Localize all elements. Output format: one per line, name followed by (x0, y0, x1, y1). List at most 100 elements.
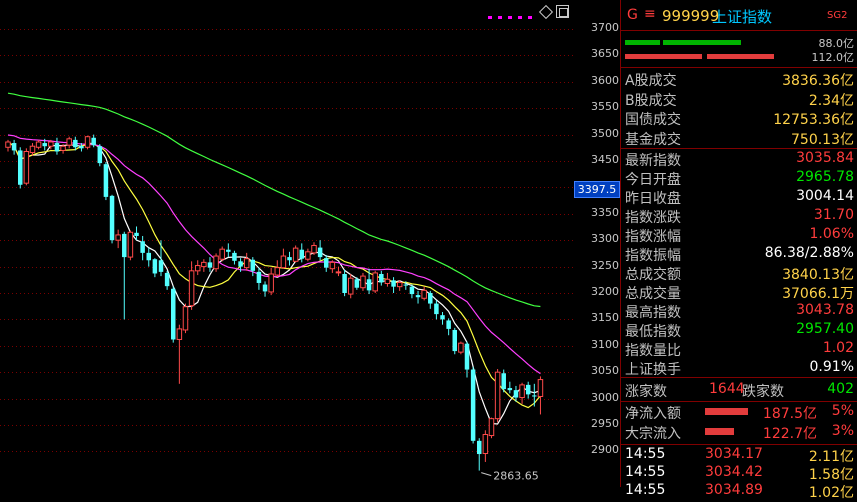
tick-price: 3034.42 (705, 464, 763, 480)
price-tick-label: 3200 (591, 285, 619, 298)
quote-row-value: 2957.40 (796, 321, 854, 337)
kline-svg[interactable]: 2863.65 (0, 0, 574, 487)
moving-average-line (7, 141, 541, 409)
candle[interactable] (207, 257, 213, 272)
candle[interactable] (152, 258, 158, 278)
restore-window-icon[interactable] (556, 5, 569, 18)
candle[interactable] (482, 430, 489, 462)
candle[interactable] (347, 273, 354, 299)
quote-row: 指数振幅 86.38/2.88% (621, 245, 857, 264)
candle[interactable] (391, 277, 396, 293)
candle[interactable] (379, 270, 384, 286)
candle[interactable] (103, 162, 109, 201)
tick-price: 3034.17 (705, 446, 763, 462)
flow-row: 大宗流入 122.7亿 3% (621, 423, 857, 442)
candle[interactable] (23, 148, 30, 186)
candle[interactable] (280, 248, 287, 269)
candle[interactable] (329, 260, 336, 273)
volume-row-value: 750.13亿 (791, 131, 854, 148)
candle[interactable] (507, 381, 513, 394)
candle[interactable] (115, 229, 121, 249)
candle[interactable] (164, 270, 170, 290)
candle[interactable] (532, 383, 537, 407)
buy-bar (663, 40, 741, 45)
candle[interactable] (421, 286, 427, 301)
candle[interactable] (268, 267, 274, 296)
candle[interactable] (476, 438, 482, 471)
candle[interactable] (440, 312, 445, 325)
candle[interactable] (66, 136, 72, 149)
quote-row: 昨日收盘 3004.14 (621, 188, 857, 207)
candle[interactable] (182, 303, 189, 334)
candle[interactable] (292, 245, 299, 263)
candle[interactable] (35, 139, 42, 150)
candle[interactable] (494, 369, 501, 423)
quote-row-label: 今日开盘 (625, 172, 681, 188)
candle[interactable] (452, 327, 458, 355)
candle[interactable] (109, 194, 115, 244)
candle[interactable] (470, 366, 476, 444)
candle[interactable] (122, 231, 127, 320)
price-tick-label: 3350 (591, 205, 619, 219)
down-count: 402 (827, 381, 854, 397)
candle[interactable] (170, 286, 176, 343)
tick-row[interactable]: 14:55 3034.17 2.11亿 (621, 446, 857, 465)
candle[interactable] (323, 254, 329, 272)
candle[interactable] (428, 290, 433, 309)
candle[interactable] (140, 235, 145, 261)
candle[interactable] (262, 281, 268, 297)
candle[interactable] (5, 139, 11, 152)
candle[interactable] (243, 252, 250, 271)
candle[interactable] (360, 272, 366, 291)
candle[interactable] (317, 240, 323, 261)
quote-row-label: 总成交量 (625, 286, 681, 302)
candle[interactable] (446, 318, 451, 336)
candle[interactable] (274, 260, 281, 278)
candle[interactable] (250, 257, 256, 277)
candle[interactable] (537, 376, 544, 415)
candle[interactable] (17, 147, 23, 189)
candle[interactable] (127, 230, 134, 261)
candle[interactable] (84, 135, 91, 150)
candle[interactable] (194, 260, 201, 276)
candle[interactable] (335, 266, 342, 277)
candle[interactable] (458, 341, 464, 355)
candle[interactable] (519, 382, 525, 404)
candle[interactable] (342, 269, 347, 297)
candle[interactable] (232, 250, 237, 265)
candle[interactable] (54, 137, 60, 155)
candle[interactable] (415, 290, 421, 304)
candle[interactable] (311, 242, 317, 255)
candle[interactable] (384, 272, 391, 287)
kline-chart[interactable]: 2863.65 (0, 0, 574, 487)
candle[interactable] (146, 247, 152, 267)
menu-icon[interactable]: ≡ (644, 6, 656, 22)
flow-bar (705, 408, 748, 415)
candle[interactable] (176, 324, 183, 384)
tick-row[interactable]: 14:55 3034.42 1.58亿 (621, 464, 857, 483)
volume-row-value: 2.34亿 (808, 92, 854, 109)
candle[interactable] (287, 251, 292, 266)
candle[interactable] (434, 300, 439, 320)
candle[interactable] (188, 261, 195, 310)
candle[interactable] (256, 267, 262, 290)
tick-row[interactable]: 14:55 3034.89 1.02亿 (621, 482, 857, 501)
quote-row-value: 3035.84 (796, 150, 854, 166)
candle[interactable] (11, 139, 17, 155)
candle[interactable] (501, 369, 506, 393)
candle[interactable] (525, 381, 531, 399)
candle[interactable] (226, 243, 231, 258)
candle[interactable] (201, 259, 207, 272)
candle[interactable] (97, 144, 103, 167)
price-tick-label: 3300 (591, 232, 619, 246)
price-tick-label: 3600 (591, 73, 619, 87)
candle[interactable] (219, 246, 225, 262)
tick-volume: 2.11亿 (808, 449, 854, 465)
candle[interactable] (488, 417, 495, 439)
candle[interactable] (305, 248, 311, 262)
candle[interactable] (158, 240, 164, 277)
candle[interactable] (213, 253, 219, 272)
candle[interactable] (372, 270, 378, 293)
buy-sell-bars: 88.0亿 112.0亿 (621, 33, 857, 65)
volume-row: 基金成交 750.13亿 (621, 129, 857, 148)
